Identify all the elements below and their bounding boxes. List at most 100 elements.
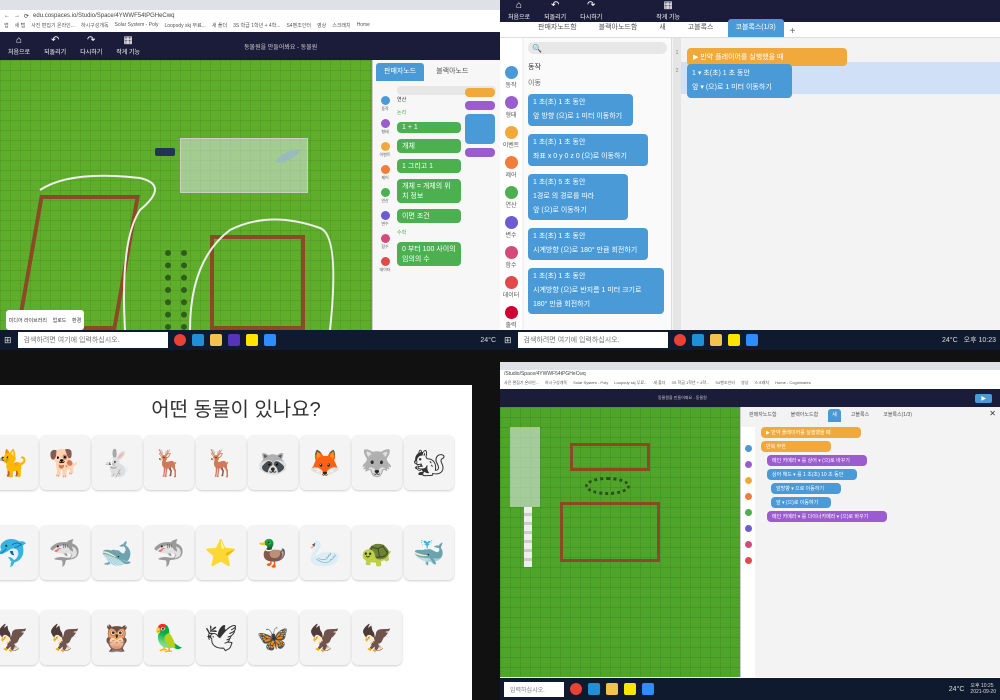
animal-card[interactable]: 🐿: [404, 435, 454, 490]
category-variables[interactable]: 변수: [504, 216, 518, 239]
script-workspace[interactable]: [465, 88, 499, 238]
upload-button[interactable]: 업로드: [53, 317, 67, 324]
animal-card[interactable]: 🕊: [196, 610, 246, 665]
animal-card[interactable]: ⭐: [196, 525, 246, 580]
undo-button[interactable]: ↶ 되돌리기: [544, 1, 566, 22]
bookmark[interactable]: 스크래치: [754, 380, 769, 389]
animal-card[interactable]: 🦌: [196, 435, 246, 490]
animal-card[interactable]: 🐳: [404, 525, 454, 580]
animal-card[interactable]: 🦝: [248, 435, 298, 490]
app-icon[interactable]: [227, 334, 240, 346]
animal-card[interactable]: 🦈: [144, 525, 194, 580]
bookmark[interactable]: 하시구성개독: [545, 380, 567, 389]
redo-button[interactable]: ↷ 다시하기: [80, 36, 102, 57]
bookmark[interactable]: Home - Cognimates: [775, 380, 811, 389]
animal-card[interactable]: 🦆: [248, 525, 298, 580]
script-block[interactable]: [465, 148, 495, 157]
palette-block[interactable]: 1 초(초) 1 초 동안 시계방향 (으)로 180° 만큼 회전하기: [528, 228, 648, 260]
tab-new[interactable]: 새: [651, 19, 673, 37]
animal-card[interactable]: 🐇: [92, 435, 142, 490]
edge-icon[interactable]: [588, 683, 600, 695]
windows-start-icon[interactable]: ⊞: [4, 335, 12, 346]
tab-coblocks[interactable]: 코블록스(1/3): [879, 409, 916, 422]
palette-block[interactable]: 1 그리고 1: [397, 159, 461, 173]
palette-block[interactable]: 개체: [397, 139, 461, 153]
category-events[interactable]: 이벤트: [503, 126, 519, 149]
script-block[interactable]: [465, 114, 495, 144]
bookmark[interactable]: 영상: [741, 380, 748, 389]
chrome-icon[interactable]: [673, 334, 686, 346]
tab-blocks[interactable]: 블랙아노드함: [591, 19, 646, 37]
category-functions[interactable]: [744, 541, 752, 548]
kakao-icon[interactable]: [245, 334, 258, 346]
category-events[interactable]: 이벤트: [376, 142, 394, 158]
category-looks[interactable]: [744, 461, 752, 468]
undo-button[interactable]: ↶ 되돌리기: [44, 36, 66, 57]
category-data[interactable]: 데이터: [503, 276, 519, 299]
tab-blocks[interactable]: 블랙아노드: [428, 63, 476, 81]
animal-card[interactable]: 🦅: [352, 610, 402, 665]
palette-block[interactable]: 1 초(초) 1 초 동안 앞 방향 (으)로 1 미터 이동하기: [528, 94, 633, 126]
palette-block[interactable]: 1 초(초) 1 초 동안 좌표 x 0 y 0 z 0 (으)로 이동하기: [528, 134, 648, 166]
bookmark[interactable]: Loopody skj 무료...: [164, 22, 205, 32]
palette-block[interactable]: 이면 조건: [397, 209, 461, 223]
bookmark[interactable]: Solar System - Poly: [573, 380, 608, 389]
tab-builder[interactable]: 판매자노드: [376, 63, 425, 81]
category-output[interactable]: 출력: [504, 306, 518, 329]
bookmark[interactable]: 새 탭: [15, 22, 26, 32]
category-events[interactable]: [744, 477, 752, 484]
bookmark[interactable]: 3S 학급 1학년 + 4학...: [672, 380, 710, 389]
zoom-icon[interactable]: [263, 334, 276, 346]
3d-scene-viewport[interactable]: [0, 60, 372, 330]
animal-card[interactable]: 🦌: [144, 435, 194, 490]
category-functions[interactable]: 함수: [376, 234, 394, 250]
category-looks[interactable]: 형태: [376, 119, 394, 135]
taskbar-search[interactable]: 검색하려면 여기에 입력하십시오.: [517, 332, 668, 348]
category-variables[interactable]: 변수: [376, 211, 394, 227]
animal-card[interactable]: 🦉: [92, 610, 142, 665]
motion-block[interactable]: 1 ▾ 초(초) 1 초 동안 앞 ▾ (으)로 1 미터 이동하기: [687, 64, 792, 98]
bookmark[interactable]: 영상: [317, 22, 326, 32]
motion-block[interactable]: 앞 ▾ (으)로 이동하기: [771, 497, 831, 508]
chrome-icon[interactable]: [570, 683, 582, 695]
bookmark[interactable]: S4벤조인터: [286, 22, 311, 32]
animal-card[interactable]: 🦢: [300, 525, 350, 580]
loop-block[interactable]: 반복 무한: [761, 441, 831, 452]
3d-scene-viewport[interactable]: [500, 407, 740, 677]
category-control[interactable]: 제어: [504, 156, 518, 179]
palette-block[interactable]: 1 + 1: [397, 122, 461, 133]
tab-goblocks[interactable]: 고블록스: [680, 19, 722, 37]
category-operators[interactable]: [744, 509, 752, 516]
play-button[interactable]: ▶: [975, 393, 992, 403]
bookmark[interactable]: Loopody skj 무료...: [614, 380, 647, 389]
motion-block[interactable]: 앞방향 ▾ 으로 이동하기: [771, 483, 841, 494]
bookmark[interactable]: 3S 학급 1학년 + 4학...: [233, 22, 280, 32]
chrome-icon[interactable]: [173, 334, 186, 346]
palette-block[interactable]: 0 부터 100 사이의 임의의 수: [397, 242, 461, 266]
category-data[interactable]: [744, 557, 752, 564]
category-operators[interactable]: 연산: [504, 186, 518, 209]
animal-card[interactable]: 🐕: [40, 435, 90, 490]
close-icon[interactable]: ✕: [989, 409, 996, 422]
animal-card[interactable]: 🦈: [40, 525, 90, 580]
category-looks[interactable]: 형태: [504, 96, 518, 119]
folder-icon[interactable]: [209, 334, 222, 346]
category-motion[interactable]: 동작: [504, 66, 518, 89]
animal-card[interactable]: 🦅: [300, 610, 350, 665]
bookmark[interactable]: 사진 편집기 온라인...: [504, 380, 539, 389]
bookmark[interactable]: 앱: [4, 22, 9, 32]
block-search[interactable]: 🔍: [528, 42, 667, 54]
zoom-icon[interactable]: [745, 334, 758, 346]
url-text[interactable]: edu.cospaces.io/Studio/Space/4YWWF54tPGH…: [33, 13, 174, 19]
environment-button[interactable]: 환경: [72, 317, 81, 324]
bookmark[interactable]: 하시구성개독: [81, 22, 109, 32]
zoom-icon[interactable]: [642, 683, 654, 695]
bookmark[interactable]: 사진 편집기 온라인...: [31, 22, 75, 32]
animal-card[interactable]: 🦅: [0, 610, 38, 665]
category-functions[interactable]: 함수: [504, 246, 518, 269]
tab-new[interactable]: 새: [828, 409, 841, 422]
kakao-icon[interactable]: [624, 683, 636, 695]
edge-icon[interactable]: [191, 334, 204, 346]
tab-builder[interactable]: 판매자노드함: [530, 19, 585, 37]
back-icon[interactable]: ←: [4, 13, 10, 19]
